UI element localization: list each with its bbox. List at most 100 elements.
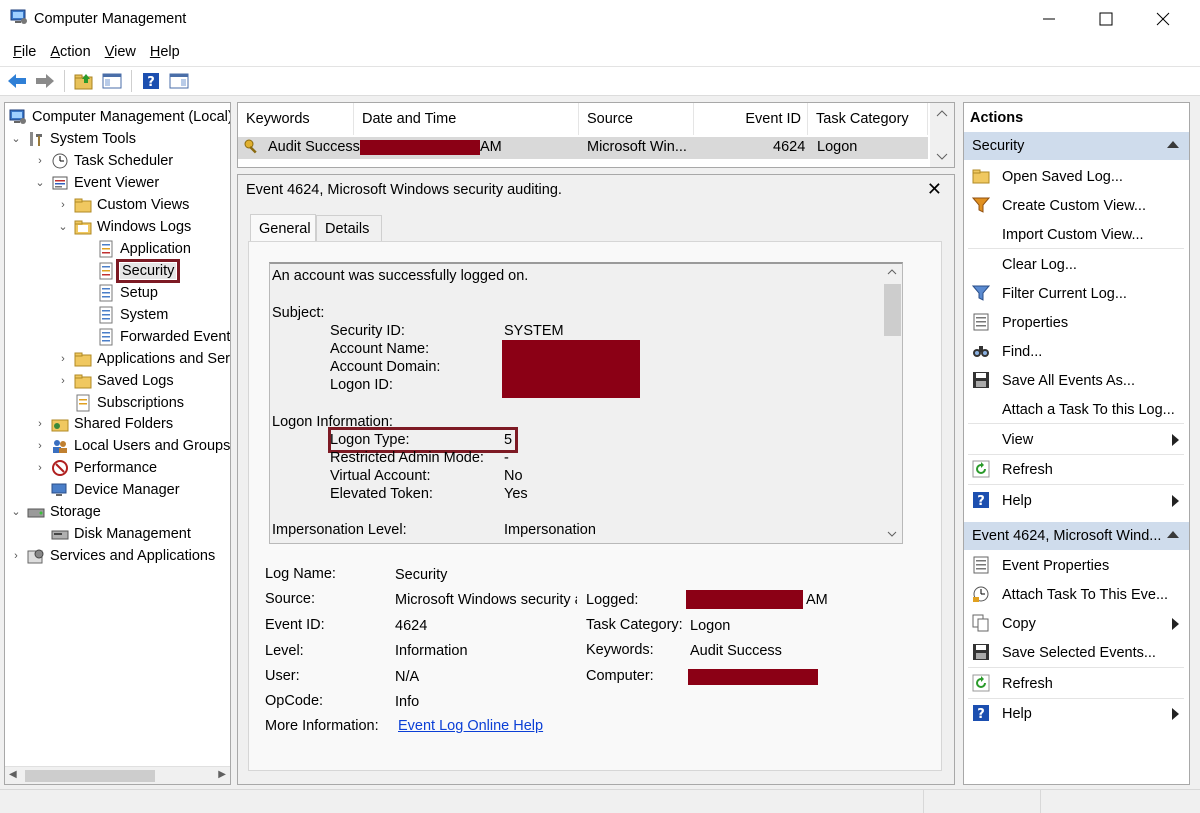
tree-item-system[interactable]: System <box>97 304 168 325</box>
tree-item-forwarded-events[interactable]: Forwarded Event <box>97 326 230 347</box>
expand-chevron-icon[interactable]: › <box>33 418 47 430</box>
action-clear-log[interactable]: Clear Log... <box>964 250 1189 279</box>
expand-chevron-icon[interactable]: › <box>56 375 70 387</box>
actions-section-event[interactable]: Event 4624, Microsoft Wind... <box>964 522 1189 550</box>
actions-section-security[interactable]: Security <box>964 132 1189 160</box>
events-list: Keywords Date and Time Source Event ID T… <box>237 102 955 168</box>
close-detail-icon[interactable]: ✕ <box>927 179 942 200</box>
collapse-chevron-icon[interactable]: ⌄ <box>56 220 70 233</box>
column-header-keywords[interactable]: Keywords <box>238 103 354 135</box>
minimize-button[interactable] <box>1026 0 1072 38</box>
tree-item-label: Computer Management (Local) <box>32 108 231 125</box>
menu-help[interactable]: Help <box>143 44 187 60</box>
expand-chevron-icon[interactable]: › <box>33 462 47 474</box>
disk-icon <box>51 525 69 543</box>
tree-item-local-users[interactable]: › Local Users and Groups <box>33 435 230 456</box>
collapse-caret-icon[interactable] <box>1167 141 1179 148</box>
log-name-value: Security <box>395 567 448 583</box>
tree-item-event-viewer[interactable]: ⌄ Event Viewer <box>33 172 159 193</box>
tree-horizontal-scrollbar[interactable]: ◀ ▶ <box>5 766 230 784</box>
action-filter-current-log[interactable]: Filter Current Log... <box>964 279 1189 308</box>
action-find[interactable]: Find... <box>964 337 1189 366</box>
logged-suffix: AM <box>806 592 828 608</box>
action-copy[interactable]: Copy <box>964 609 1189 638</box>
expand-chevron-icon[interactable]: › <box>33 155 47 167</box>
help-icon[interactable]: ? <box>140 70 162 92</box>
show-hide-tree-icon[interactable] <box>101 70 123 92</box>
tree-item-system-tools[interactable]: ⌄ System Tools <box>9 128 136 149</box>
action-help-event[interactable]: ? Help <box>964 699 1189 728</box>
column-header-source[interactable]: Source <box>579 103 694 135</box>
column-header-task-category[interactable]: Task Category <box>808 103 928 135</box>
tree-item-label: Subscriptions <box>97 394 185 411</box>
svg-text:?: ? <box>977 494 985 509</box>
maximize-button[interactable] <box>1083 0 1129 38</box>
message-vertical-scrollbar[interactable] <box>882 264 902 543</box>
action-event-properties[interactable]: Event Properties <box>964 551 1189 580</box>
action-help[interactable]: ? Help <box>964 486 1189 515</box>
tree-item-shared-folders[interactable]: › Shared Folders <box>33 413 173 434</box>
action-view[interactable]: View <box>964 425 1189 454</box>
action-save-selected-events[interactable]: Save Selected Events... <box>964 638 1189 667</box>
tree-item-performance[interactable]: › Performance <box>33 457 157 478</box>
tree-item-setup[interactable]: Setup <box>97 282 158 303</box>
tree-item-task-scheduler[interactable]: › Task Scheduler <box>33 150 173 171</box>
column-header-date-time[interactable]: Date and Time <box>354 103 579 135</box>
tree-item-disk-management[interactable]: Disk Management <box>51 523 191 544</box>
tree-item-application[interactable]: Application <box>97 238 191 259</box>
expand-chevron-icon[interactable]: › <box>33 440 47 452</box>
collapse-chevron-icon[interactable]: ⌄ <box>33 176 47 189</box>
scrollbar-thumb[interactable] <box>25 770 155 782</box>
scroll-right-arrow-icon[interactable]: ▶ <box>218 769 226 780</box>
show-action-pane-icon[interactable] <box>168 70 190 92</box>
keywords-value: Audit Success <box>690 643 782 659</box>
action-properties[interactable]: Properties <box>964 308 1189 337</box>
tab-general[interactable]: General <box>250 214 316 242</box>
tree-item-custom-views[interactable]: › Custom Views <box>56 194 189 215</box>
events-vertical-scrollbar[interactable] <box>930 103 954 167</box>
menu-file[interactable]: File <box>6 44 43 60</box>
elevated-token-label: Elevated Token: <box>330 486 433 502</box>
forward-arrow-icon[interactable] <box>34 70 56 92</box>
scrollbar-thumb[interactable] <box>884 284 901 336</box>
tree-item-windows-logs[interactable]: ⌄ Windows Logs <box>56 216 191 237</box>
collapse-chevron-icon[interactable]: ⌄ <box>9 505 23 518</box>
tree-item-computer-management[interactable]: Computer Management (Local) <box>9 106 231 127</box>
action-attach-task-event[interactable]: Attach Task To This Eve... <box>964 580 1189 609</box>
tab-details[interactable]: Details <box>316 215 382 242</box>
event-log-online-help-link[interactable]: Event Log Online Help <box>398 718 543 734</box>
menu-view[interactable]: View <box>98 44 143 60</box>
action-import-custom-view[interactable]: Import Custom View... <box>964 220 1189 249</box>
up-folder-icon[interactable] <box>73 70 95 92</box>
tree-item-subscriptions[interactable]: Subscriptions <box>74 392 184 413</box>
back-arrow-icon[interactable] <box>6 70 28 92</box>
action-create-custom-view[interactable]: Create Custom View... <box>964 191 1189 220</box>
tree-item-storage[interactable]: ⌄ Storage <box>9 501 100 522</box>
action-refresh-event[interactable]: Refresh <box>964 669 1189 698</box>
computer-management-icon <box>10 9 28 25</box>
tree-item-saved-logs[interactable]: › Saved Logs <box>56 370 173 391</box>
tree-item-services-applications[interactable]: › Services and Applications <box>9 545 215 566</box>
action-label: Help <box>1002 705 1032 722</box>
log-icon <box>97 240 115 258</box>
action-refresh[interactable]: Refresh <box>964 455 1189 484</box>
column-header-event-id[interactable]: Event ID <box>694 103 808 135</box>
user-label: User: <box>265 668 300 684</box>
collapse-chevron-icon[interactable]: ⌄ <box>9 132 23 145</box>
menu-action[interactable]: Action <box>43 44 97 60</box>
expand-chevron-icon[interactable]: › <box>9 550 23 562</box>
close-button[interactable] <box>1140 0 1186 38</box>
event-keywords: Audit Success <box>268 139 360 155</box>
expand-chevron-icon[interactable]: › <box>56 199 70 211</box>
tree-item-applications-services[interactable]: › Applications and Ser <box>56 348 230 369</box>
tree-item-device-manager[interactable]: Device Manager <box>51 479 180 500</box>
action-open-saved-log[interactable]: Open Saved Log... <box>964 162 1189 191</box>
event-message-box[interactable]: An account was successfully logged on. S… <box>269 262 903 544</box>
action-attach-task-log[interactable]: Attach a Task To this Log... <box>964 395 1189 424</box>
table-row[interactable]: Audit Success AM Microsoft Win... 4624 L… <box>238 137 928 159</box>
scroll-left-arrow-icon[interactable]: ◀ <box>9 769 17 780</box>
expand-chevron-icon[interactable]: › <box>56 353 70 365</box>
tree-item-security[interactable]: Security <box>97 258 181 283</box>
collapse-caret-icon[interactable] <box>1167 531 1179 538</box>
action-save-all-events[interactable]: Save All Events As... <box>964 366 1189 395</box>
